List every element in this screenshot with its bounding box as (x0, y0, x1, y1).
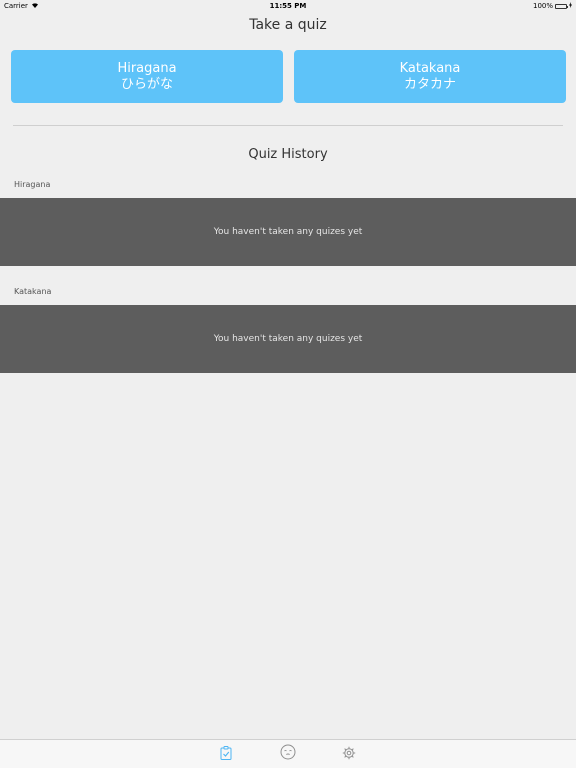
battery-info: 100% (533, 2, 572, 10)
hiragana-quiz-button[interactable]: Hiragana ひらがな (11, 50, 283, 103)
gear-icon (342, 745, 356, 764)
tab-kana[interactable] (280, 744, 296, 764)
katakana-history-label: Katakana (14, 287, 52, 296)
tab-settings[interactable] (341, 746, 357, 762)
status-time: 11:55 PM (269, 2, 307, 10)
face-icon (280, 744, 296, 764)
katakana-empty-message: You haven't taken any quizes yet (213, 334, 363, 344)
hiragana-button-sub: ひらがな (120, 76, 173, 92)
hiragana-history-label: Hiragana (14, 180, 51, 189)
quiz-history-title: Quiz History (248, 147, 328, 162)
hiragana-button-label: Hiragana (117, 60, 177, 76)
section-divider (13, 125, 563, 126)
hiragana-empty-message: You haven't taken any quizes yet (213, 227, 363, 237)
battery-percent: 100% (532, 2, 553, 10)
katakana-button-sub: カタカナ (403, 76, 456, 92)
quiz-clipboard-icon (220, 745, 232, 764)
hiragana-history-panel: You haven't taken any quizes yet (0, 198, 576, 266)
take-quiz-title: Take a quiz (249, 17, 327, 33)
charging-icon (569, 2, 572, 10)
tab-bar (0, 739, 576, 768)
katakana-button-label: Katakana (399, 60, 461, 76)
katakana-history-panel: You haven't taken any quizes yet (0, 305, 576, 373)
status-bar: Carrier 11:55 PM 100% (0, 0, 576, 12)
tab-quiz[interactable] (218, 745, 234, 764)
katakana-quiz-button[interactable]: Katakana カタカナ (294, 50, 566, 103)
battery-icon (555, 3, 568, 9)
